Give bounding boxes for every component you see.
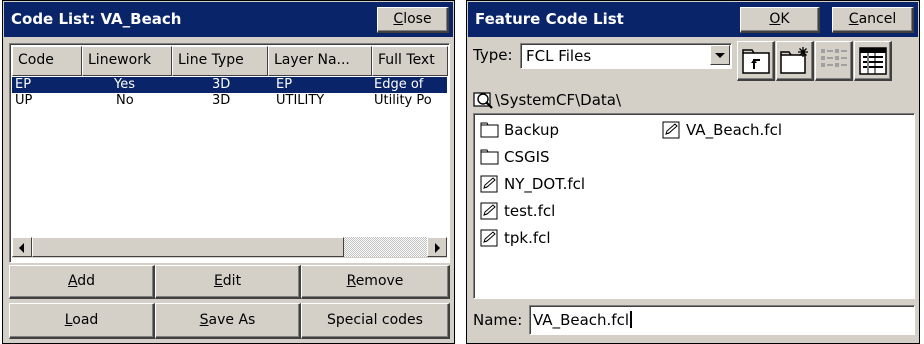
folder-icon [480, 122, 499, 138]
fcl-file-icon [662, 121, 680, 139]
scroll-left-button[interactable] [12, 237, 32, 257]
code-list-title: Code List: VA_Beach [11, 10, 182, 28]
column-header-code[interactable]: Code [12, 46, 82, 76]
type-dropdown-value: FCL Files [526, 47, 592, 65]
details-view-button[interactable] [854, 41, 892, 81]
code-list-window: Code List: VA_Beach Close Code Linework … [2, 0, 455, 344]
fcl-file-icon [480, 229, 498, 247]
up-folder-icon [742, 49, 770, 74]
feature-code-list-titlebar: Feature Code List OK Cancel [468, 2, 918, 37]
list-view-button[interactable] [815, 41, 853, 81]
folder-icon [480, 149, 499, 165]
full-text-cell: Utility Po [374, 93, 432, 108]
type-dropdown[interactable]: FCL Files [520, 43, 732, 69]
edit-button[interactable]: Edit [155, 265, 301, 299]
line-type-cell: 3D [212, 77, 231, 92]
file-browser-list[interactable]: Backup CSGIS NY_DOT.fcl test.fcl tpk.fcl… [473, 113, 915, 299]
scroll-right-button[interactable] [427, 237, 447, 257]
code-row[interactable]: UP No 3D UTILITY Utility Po [12, 93, 447, 109]
new-folder-button[interactable] [776, 41, 814, 81]
cancel-button[interactable]: Cancel [832, 7, 914, 33]
column-header-layer-name[interactable]: Layer Na... [268, 46, 372, 76]
code-list-titlebar: Code List: VA_Beach Close [4, 2, 453, 37]
arrow-right-icon [435, 243, 440, 253]
scroll-track[interactable] [344, 237, 428, 257]
close-button-label: Close [393, 11, 432, 27]
fcl-file-icon [480, 175, 498, 193]
list-view-icon [821, 49, 847, 67]
layer-cell: UTILITY [276, 93, 325, 108]
load-button[interactable]: Load [9, 303, 155, 339]
file-name-input[interactable]: VA_Beach.fcl [529, 305, 915, 335]
details-view-icon [859, 47, 887, 75]
linework-cell: Yes [114, 77, 135, 92]
up-folder-button[interactable] [737, 41, 775, 81]
full-text-cell: Edge of [374, 77, 424, 92]
chevron-down-icon [715, 53, 725, 58]
code-cell: EP [15, 77, 32, 92]
new-folder-icon [780, 47, 808, 74]
linework-cell: No [116, 93, 134, 108]
text-caret [630, 311, 632, 328]
file-name-value: VA_Beach.fcl [533, 311, 629, 329]
scroll-thumb[interactable] [32, 237, 344, 257]
search-folder-icon [473, 92, 493, 109]
remove-button[interactable]: Remove [301, 265, 450, 299]
dropdown-arrow-button[interactable] [710, 45, 730, 65]
code-row[interactable]: EP Yes 3D EP Edge of [12, 77, 447, 93]
feature-code-list-window: Feature Code List OK Cancel Type: FCL Fi… [466, 0, 920, 344]
close-button[interactable]: Close [377, 7, 449, 33]
current-path: \SystemCF\Data\ [495, 91, 622, 109]
feature-code-list-title: Feature Code List [475, 10, 624, 28]
code-list-view[interactable]: Code Linework Line Type Layer Na... Full… [9, 43, 450, 263]
save-as-button[interactable]: Save As [155, 303, 301, 339]
ok-button[interactable]: OK [740, 7, 820, 33]
code-cell: UP [15, 93, 33, 108]
name-label: Name: [473, 311, 523, 329]
column-header-linework[interactable]: Linework [82, 46, 172, 76]
type-label: Type: [473, 46, 513, 64]
line-type-cell: 3D [212, 93, 231, 108]
layer-cell: EP [276, 77, 293, 92]
fcl-file-icon [480, 202, 498, 220]
add-button[interactable]: Add [9, 265, 155, 299]
column-header-full-text[interactable]: Full Text [372, 46, 448, 76]
special-codes-button[interactable]: Special codes [301, 303, 450, 339]
column-header-line-type[interactable]: Line Type [172, 46, 268, 76]
arrow-left-icon [19, 243, 24, 253]
horizontal-scrollbar[interactable] [12, 237, 447, 258]
